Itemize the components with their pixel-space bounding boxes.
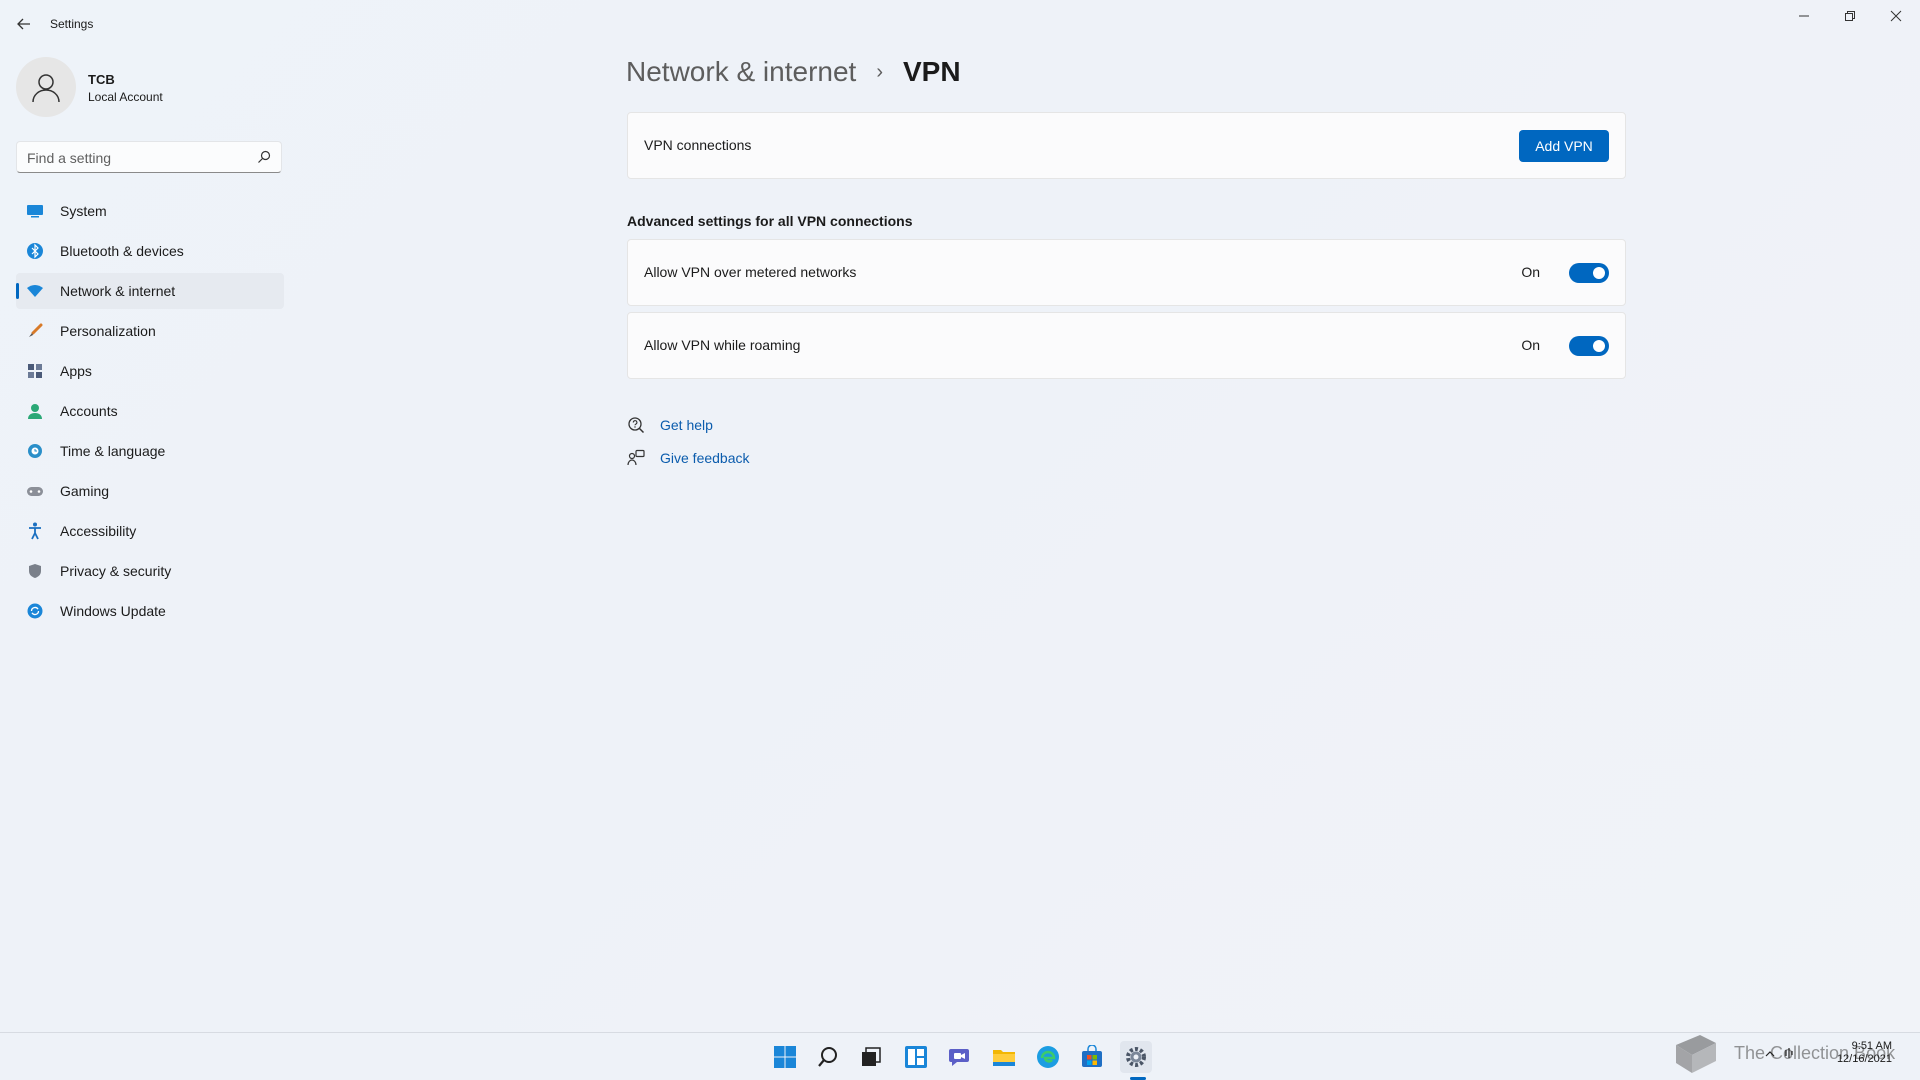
sidebar-item-label: Time & language <box>60 443 166 459</box>
sidebar-item-time-language[interactable]: Time & language <box>16 433 284 469</box>
sidebar-item-label: Bluetooth & devices <box>60 243 184 259</box>
vpn-connections-card: VPN connections Add VPN <box>627 112 1626 179</box>
restore-icon <box>1845 11 1855 21</box>
title-bar: Settings <box>0 0 1920 48</box>
globe-clock-icon <box>26 442 44 460</box>
add-vpn-button[interactable]: Add VPN <box>1519 130 1609 162</box>
toggle-state-label: On <box>1521 337 1540 353</box>
feedback-icon <box>627 449 645 466</box>
sidebar-item-apps[interactable]: Apps <box>16 353 284 389</box>
sidebar-item-label: Privacy & security <box>60 563 172 579</box>
person-icon <box>26 402 44 420</box>
roaming-toggle[interactable] <box>1569 336 1609 356</box>
toggle-state-label: On <box>1521 264 1540 280</box>
sidebar-item-accounts[interactable]: Accounts <box>16 393 284 429</box>
avatar <box>16 57 76 117</box>
search-box[interactable] <box>16 141 282 174</box>
search-input[interactable] <box>17 142 249 174</box>
sidebar-item-label: Personalization <box>60 323 156 339</box>
shield-icon <box>26 562 44 580</box>
bluetooth-icon <box>26 242 44 260</box>
settings-icon <box>1126 1047 1146 1067</box>
system-tray[interactable] <box>1764 1046 1804 1065</box>
system-icon <box>26 202 44 220</box>
restore-button[interactable] <box>1827 4 1873 28</box>
get-help-label[interactable]: Get help <box>660 417 713 433</box>
settings-button[interactable] <box>1120 1041 1152 1073</box>
breadcrumb: Network & internet › VPN <box>626 56 961 88</box>
vpn-connections-label: VPN connections <box>644 137 752 153</box>
close-icon <box>1890 10 1902 22</box>
tray-icons <box>1765 1048 1793 1058</box>
start-button[interactable] <box>769 1041 801 1073</box>
accessibility-icon <box>26 522 44 540</box>
profile-account-type: Local Account <box>88 90 163 104</box>
user-avatar-icon <box>32 74 60 103</box>
advanced-settings-heading: Advanced settings for all VPN connection… <box>627 213 913 229</box>
sidebar-item-accessibility[interactable]: Accessibility <box>16 513 284 549</box>
taskbar-clock[interactable]: 9:51 AM 12/16/2021 <box>1808 1040 1892 1066</box>
clock-time: 9:51 AM <box>1851 1040 1892 1052</box>
store-icon <box>1082 1045 1102 1067</box>
sidebar-item-privacy[interactable]: Privacy & security <box>16 553 284 589</box>
sidebar-item-network[interactable]: Network & internet <box>16 273 284 309</box>
start-icon <box>774 1046 796 1068</box>
roaming-setting: Allow VPN while roaming On <box>627 312 1626 379</box>
metered-networks-setting: Allow VPN over metered networks On <box>627 239 1626 306</box>
back-button[interactable] <box>12 12 36 36</box>
file-explorer-button[interactable] <box>988 1041 1020 1073</box>
wifi-icon <box>26 282 44 300</box>
sidebar-item-label: System <box>60 203 107 219</box>
sidebar-item-label: Apps <box>60 363 92 379</box>
setting-label: Allow VPN over metered networks <box>644 264 857 280</box>
book-icon <box>1676 1035 1716 1073</box>
gamepad-icon <box>26 482 44 500</box>
toggle-knob <box>1593 267 1605 279</box>
close-button[interactable] <box>1873 4 1919 28</box>
apps-icon <box>26 362 44 380</box>
minimize-button[interactable] <box>1781 4 1827 28</box>
window-title: Settings <box>50 17 94 31</box>
chat-icon <box>949 1049 969 1066</box>
breadcrumb-parent-link[interactable]: Network & internet <box>626 56 856 88</box>
sidebar-item-bluetooth[interactable]: Bluetooth & devices <box>16 233 284 269</box>
clock-date: 12/16/2021 <box>1836 1053 1892 1065</box>
edge-icon <box>1037 1046 1059 1068</box>
back-arrow-icon <box>17 18 30 30</box>
profile-name: TCB <box>88 72 115 87</box>
sidebar-item-label: Network & internet <box>60 283 176 299</box>
toggle-knob <box>1593 340 1605 352</box>
file-explorer-icon <box>993 1050 1015 1066</box>
sidebar-item-label: Windows Update <box>60 603 166 619</box>
taskbar <box>0 1032 1920 1080</box>
edge-button[interactable] <box>1032 1041 1064 1073</box>
update-icon <box>26 602 44 620</box>
metered-networks-toggle[interactable] <box>1569 263 1609 283</box>
minimize-icon <box>1799 15 1809 17</box>
sidebar-item-label: Accessibility <box>60 523 137 539</box>
sidebar-nav: System Bluetooth & devices Network & int… <box>16 193 284 633</box>
sidebar-item-personalization[interactable]: Personalization <box>16 313 284 349</box>
page-title: VPN <box>903 56 961 87</box>
chat-button[interactable] <box>944 1041 976 1073</box>
sidebar-item-gaming[interactable]: Gaming <box>16 473 284 509</box>
task-view-icon <box>862 1047 881 1066</box>
setting-label: Allow VPN while roaming <box>644 337 801 353</box>
taskbar-search-button[interactable] <box>812 1041 844 1073</box>
task-view-button[interactable] <box>855 1041 887 1073</box>
sidebar-item-label: Accounts <box>60 403 118 419</box>
widgets-button[interactable] <box>900 1041 932 1073</box>
brush-icon <box>26 322 44 340</box>
store-button[interactable] <box>1076 1041 1108 1073</box>
chevron-right-icon: › <box>876 60 883 83</box>
search-icon <box>818 1047 837 1067</box>
sidebar-item-windows-update[interactable]: Windows Update <box>16 593 284 629</box>
sidebar-item-system[interactable]: System <box>16 193 284 229</box>
sidebar-item-label: Gaming <box>60 483 110 499</box>
widgets-icon <box>905 1046 927 1068</box>
give-feedback-label[interactable]: Give feedback <box>660 450 750 466</box>
get-help-icon <box>628 417 645 434</box>
search-icon[interactable] <box>257 150 271 164</box>
